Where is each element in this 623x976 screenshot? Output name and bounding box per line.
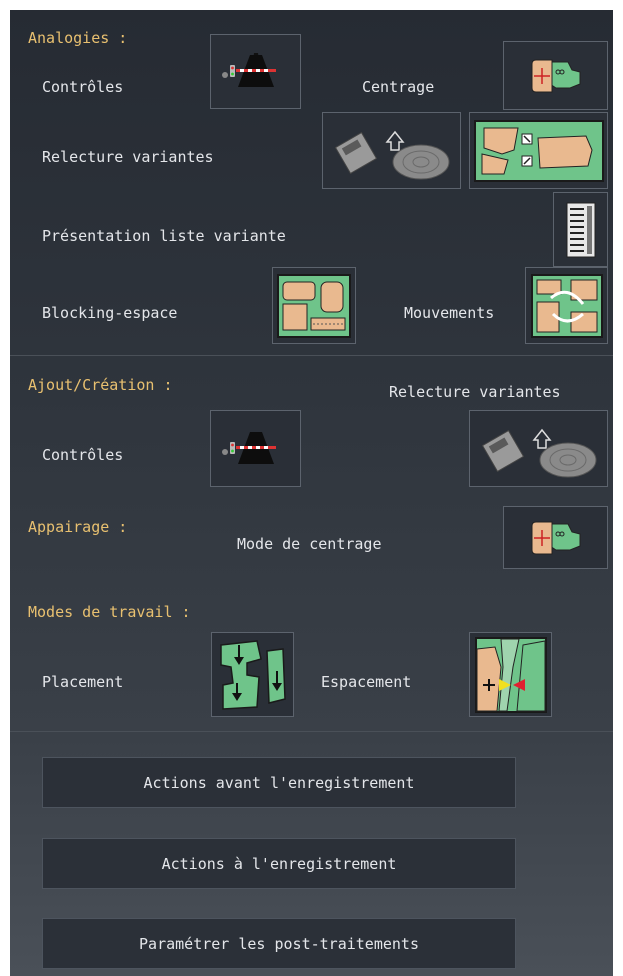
analogies-heading: Analogies : (28, 29, 128, 47)
post-traitements-button[interactable]: Paramétrer les post-traitements (42, 918, 516, 969)
analogies-blocking-label: Blocking-espace (42, 304, 178, 322)
relecture-variantes-icon[interactable] (322, 112, 461, 189)
modes-heading: Modes de travail : (28, 603, 191, 621)
placement-icon[interactable] (211, 632, 294, 717)
analogies-mouvements-label: Mouvements (404, 304, 495, 322)
mouvements-icon[interactable] (525, 267, 608, 344)
ajout-heading: Ajout/Création : (28, 376, 173, 394)
appairage-mode-centrage-label: Mode de centrage (237, 535, 382, 553)
modes-espacement-label: Espacement (321, 673, 412, 691)
analogies-centrage-label: Centrage (362, 78, 435, 96)
separator (10, 355, 613, 356)
appairage-heading: Appairage : (28, 518, 128, 536)
settings-panel: Analogies : Contrôles Centrage Relecture (10, 10, 613, 976)
analogies-relecture-label: Relecture variantes (42, 148, 214, 166)
mode-centrage-icon[interactable] (503, 506, 608, 569)
analogies-presentation-label: Présentation liste variante (42, 227, 286, 245)
ajout-relecture-label: Relecture variantes (389, 383, 561, 401)
espacement-icon[interactable] (469, 632, 552, 717)
separator (10, 731, 613, 732)
actions-enregistrement-button[interactable]: Actions à l'enregistrement (42, 838, 516, 889)
analogies-controles-label: Contrôles (42, 78, 124, 96)
map-transfer-icon[interactable] (469, 112, 608, 189)
ajout-controles-label: Contrôles (42, 446, 124, 464)
controles-road-icon[interactable] (210, 34, 301, 109)
modes-placement-label: Placement (42, 673, 124, 691)
blocking-espace-icon[interactable] (272, 267, 356, 344)
ajout-controles-road-icon[interactable] (210, 410, 301, 487)
list-presentation-icon[interactable] (553, 192, 608, 267)
centrage-icon[interactable] (503, 41, 608, 110)
ajout-relecture-icon[interactable] (469, 410, 608, 487)
actions-avant-button[interactable]: Actions avant l'enregistrement (42, 757, 516, 808)
